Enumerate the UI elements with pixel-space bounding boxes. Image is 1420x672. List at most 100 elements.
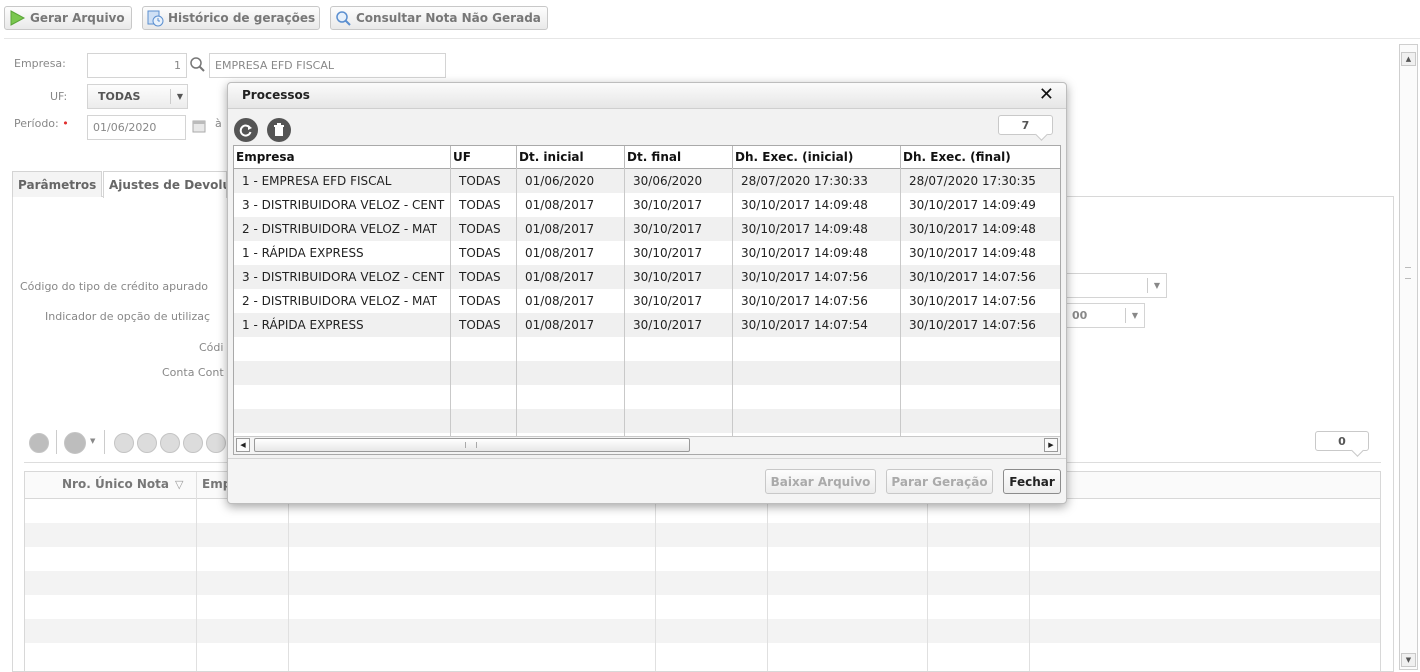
table-row[interactable]: 1 - RÁPIDA EXPRESS TODAS 01/08/2017 30/10/2… — [234, 241, 1060, 265]
cell-dh-exec-inicial: 30/10/2017 14:09:48 — [741, 222, 868, 236]
cell-dt-final: 30/10/2017 — [633, 318, 703, 332]
processos-table: Empresa UF Dt. inicial Dt. final Dh. Exe… — [233, 145, 1061, 455]
col-dh-exec-inicial[interactable]: Dh. Exec. (inicial) — [733, 146, 901, 168]
gerar-arquivo-button[interactable]: Gerar Arquivo — [4, 6, 132, 30]
empresa-code-input[interactable]: 1 — [87, 53, 187, 78]
col-dt-final[interactable]: Dt. final — [625, 146, 733, 168]
table-row — [234, 337, 1060, 361]
grid-options-button[interactable] — [29, 433, 49, 453]
last-page-button[interactable] — [183, 433, 203, 453]
table-row[interactable]: 3 - DISTRIBUIDORA VELOZ - CENT TODAS 01/08… — [234, 193, 1060, 217]
column-divider — [900, 168, 901, 437]
scroll-right-icon[interactable]: ▶ — [1044, 438, 1058, 452]
cell-uf: TODAS — [459, 174, 501, 188]
cell-dt-inicial: 01/08/2017 — [525, 318, 595, 332]
chevron-down-icon: ▼ — [1124, 308, 1138, 323]
refresh-button[interactable] — [206, 433, 226, 453]
search-icon[interactable] — [189, 56, 207, 77]
cell-empresa: 2 - DISTRIBUIDORA VELOZ - MAT — [242, 294, 437, 308]
cell-empresa: 1 - RÁPIDA EXPRESS — [242, 246, 364, 260]
table-row[interactable]: 2 - DISTRIBUIDORA VELOZ - MAT TODAS 01/08/… — [234, 289, 1060, 313]
play-icon — [8, 9, 26, 27]
codigo-credito-label: Código do tipo de crédito apurado — [20, 280, 209, 293]
horizontal-scrollbar[interactable]: ◀ ▶ — [234, 436, 1060, 454]
codigo-credito-select[interactable]: ▼ — [1067, 273, 1167, 298]
indicador-select[interactable]: 00 ▼ — [1067, 303, 1145, 328]
cell-dh-exec-final: 30/10/2017 14:09:48 — [909, 222, 1036, 236]
cell-dt-inicial: 01/08/2017 — [525, 198, 595, 212]
cell-dt-inicial: 01/08/2017 — [525, 294, 595, 308]
parar-geracao-button[interactable]: Parar Geração — [886, 469, 993, 494]
fechar-button[interactable]: Fechar — [1003, 469, 1061, 494]
cell-uf: TODAS — [459, 246, 501, 260]
dialog-titlebar: Processos ✕ — [228, 83, 1066, 109]
table-row — [25, 571, 1380, 595]
uf-label: UF: — [50, 90, 68, 103]
tab-parametros[interactable]: Parâmetros — [12, 171, 102, 197]
indicador-select-value: 00 — [1072, 309, 1088, 322]
column-divider — [732, 168, 733, 437]
processos-table-header: Empresa UF Dt. inicial Dt. final Dh. Exe… — [234, 146, 1060, 169]
toolbar-divider — [104, 430, 105, 454]
chevron-down-icon: ▼ — [169, 89, 183, 104]
table-row[interactable]: 2 - DISTRIBUIDORA VELOZ - MAT TODAS 01/08/… — [234, 217, 1060, 241]
periodo-label: Período: • — [14, 117, 69, 130]
baixar-arquivo-button[interactable]: Baixar Arquivo — [765, 469, 876, 494]
chevron-down-icon: ▼ — [90, 437, 96, 445]
refresh-icon[interactable] — [234, 118, 258, 142]
cell-dh-exec-final: 30/10/2017 14:07:56 — [909, 294, 1036, 308]
add-record-button[interactable] — [64, 432, 86, 454]
scroll-grip — [465, 442, 477, 448]
col-nro-unico-nota[interactable]: Nro. Único Nota — [62, 477, 169, 491]
scroll-grip[interactable] — [1405, 267, 1411, 279]
filter-icon[interactable]: ▽ — [175, 478, 183, 491]
col-dt-inicial[interactable]: Dt. inicial — [517, 146, 625, 168]
cell-dt-final: 30/06/2020 — [633, 174, 703, 188]
first-page-button[interactable] — [114, 433, 134, 453]
toolbar-divider — [56, 430, 57, 454]
cell-empresa: 3 - DISTRIBUIDORA VELOZ - CENT — [242, 198, 445, 212]
page-scrollbar[interactable]: ▲ ▼ — [1399, 44, 1418, 670]
prev-page-button[interactable] — [137, 433, 157, 453]
empresa-name-field: EMPRESA EFD FISCAL — [209, 53, 446, 78]
column-divider — [624, 168, 625, 437]
cell-dh-exec-inicial: 30/10/2017 14:07:54 — [741, 318, 868, 332]
cell-dh-exec-inicial: 28/07/2020 17:30:33 — [741, 174, 868, 188]
uf-select[interactable]: TODAS ▼ — [87, 84, 188, 109]
next-page-button[interactable] — [160, 433, 180, 453]
col-uf[interactable]: UF — [451, 146, 517, 168]
trash-icon[interactable] — [267, 118, 291, 142]
cell-empresa: 1 - RÁPIDA EXPRESS — [242, 318, 364, 332]
cell-dh-exec-inicial: 30/10/2017 14:09:48 — [741, 246, 868, 260]
table-row — [25, 547, 1380, 571]
cell-empresa: 3 - DISTRIBUIDORA VELOZ - CENT — [242, 270, 445, 284]
historico-button[interactable]: Histórico de gerações — [142, 6, 320, 30]
processos-dialog: Processos ✕ 7 Empresa UF Dt. inicial Dt.… — [227, 82, 1067, 504]
scroll-left-icon[interactable]: ◀ — [236, 438, 250, 452]
periodo-start-input[interactable]: 01/06/2020 — [87, 115, 186, 140]
scroll-down-icon[interactable]: ▼ — [1401, 653, 1416, 667]
cell-dt-final: 30/10/2017 — [633, 246, 703, 260]
cell-dh-exec-inicial: 30/10/2017 14:07:56 — [741, 270, 868, 284]
table-row[interactable]: 1 - EMPRESA EFD FISCAL TODAS 01/06/2020 30/… — [234, 169, 1060, 193]
calendar-icon[interactable] — [192, 119, 206, 136]
uf-select-value: TODAS — [98, 90, 141, 103]
table-row[interactable]: 1 - RÁPIDA EXPRESS TODAS 01/08/2017 30/10/2… — [234, 313, 1060, 337]
scroll-thumb[interactable] — [254, 438, 690, 452]
close-icon[interactable]: ✕ — [1039, 85, 1054, 105]
tab-ajustes-devolucao[interactable]: Ajustes de Devolu — [103, 171, 227, 198]
cell-dh-exec-final: 30/10/2017 14:07:56 — [909, 270, 1036, 284]
consultar-nota-button[interactable]: Consultar Nota Não Gerada — [330, 6, 548, 30]
gerar-arquivo-label: Gerar Arquivo — [30, 11, 125, 25]
cell-uf: TODAS — [459, 222, 501, 236]
indicador-label: Indicador de opção de utilizaç — [45, 310, 211, 323]
col-dh-exec-final[interactable]: Dh. Exec. (final) — [901, 146, 1060, 168]
scroll-up-icon[interactable]: ▲ — [1401, 52, 1416, 66]
historico-label: Histórico de gerações — [168, 11, 316, 25]
col-empresa[interactable]: Empresa — [234, 146, 451, 168]
required-mark: • — [58, 117, 69, 130]
cell-dh-exec-inicial: 30/10/2017 14:07:56 — [741, 294, 868, 308]
table-row[interactable]: 3 - DISTRIBUIDORA VELOZ - CENT TODAS 01/08… — [234, 265, 1060, 289]
cell-dh-exec-final: 30/10/2017 14:09:49 — [909, 198, 1036, 212]
cell-dt-final: 30/10/2017 — [633, 198, 703, 212]
